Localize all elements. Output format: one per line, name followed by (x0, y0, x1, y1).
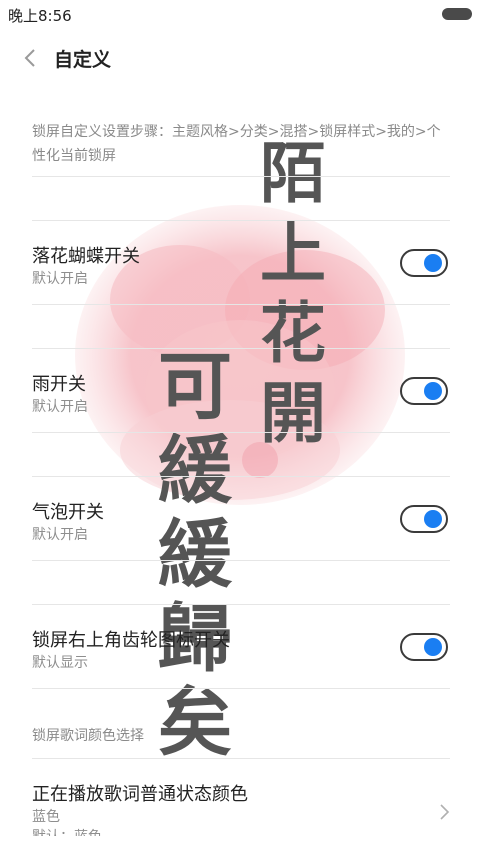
setting-subtitle: 默认开启 (32, 527, 88, 543)
rain-toggle[interactable] (400, 377, 448, 405)
status-time: 晚上8:56 (8, 7, 72, 25)
toggle-knob (424, 638, 442, 656)
page-title: 自定义 (54, 49, 112, 71)
back-arrow-icon[interactable] (22, 48, 38, 68)
setting-value: 蓝色 (32, 809, 60, 825)
divider (32, 758, 450, 759)
setting-subtitle: 默认开启 (32, 271, 88, 287)
divider (32, 348, 450, 349)
title-bar: 自定义 (0, 36, 480, 80)
description-text: 锁屏自定义设置步骤：主题风格>分类>混搭>锁屏样式>我的>个性化当前锁屏 (32, 124, 441, 164)
divider (32, 220, 450, 221)
divider (32, 604, 450, 605)
setting-subtitle: 默认显示 (32, 655, 88, 671)
setting-title: 雨开关 (32, 374, 86, 395)
divider (32, 304, 450, 305)
gear-icon-toggle[interactable] (400, 633, 448, 661)
battery-icon (442, 8, 472, 20)
petals-butterfly-toggle[interactable] (400, 249, 448, 277)
section-label-lyrics: 锁屏歌词颜色选择 (32, 728, 144, 744)
toggle-knob (424, 254, 442, 272)
bubbles-toggle[interactable] (400, 505, 448, 533)
setting-default: 默认：蓝色 (32, 826, 102, 836)
status-bar: 晚上8:56 (0, 0, 480, 28)
toggle-knob (424, 510, 442, 528)
divider (32, 176, 450, 177)
divider (32, 560, 450, 561)
chevron-right-icon (440, 804, 450, 820)
divider (32, 688, 450, 689)
setting-title: 落花蝴蝶开关 (32, 246, 140, 267)
setting-subtitle: 默认开启 (32, 399, 88, 415)
toggle-knob (424, 382, 442, 400)
setting-title: 锁屏右上角齿轮图标开关 (32, 630, 230, 651)
divider (32, 476, 450, 477)
settings-list: 锁屏自定义设置步骤：主题风格>分类>混搭>锁屏样式>我的>个性化当前锁屏 落花蝴… (0, 0, 480, 853)
divider (32, 432, 450, 433)
setting-title: 气泡开关 (32, 502, 104, 523)
setting-title: 正在播放歌词普通状态颜色 (32, 784, 248, 805)
